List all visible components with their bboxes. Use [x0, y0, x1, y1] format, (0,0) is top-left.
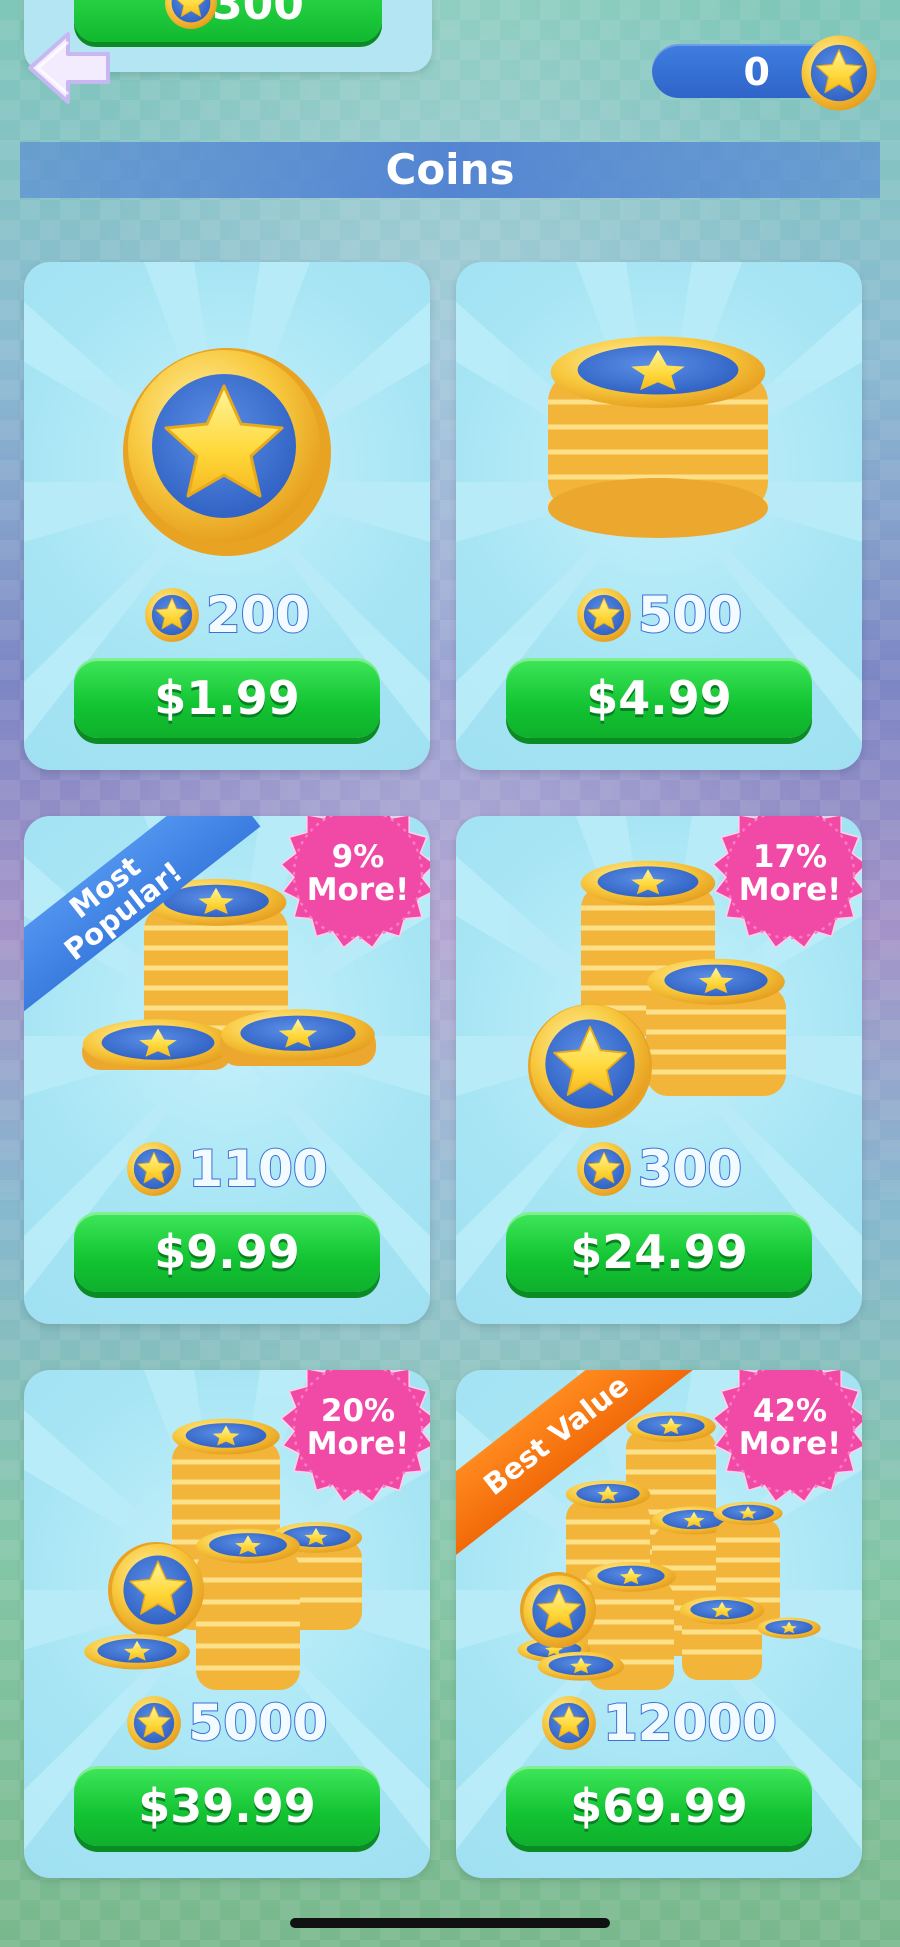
coin-pack-card[interactable]: 200 $1.99 — [24, 262, 430, 770]
coin-amount-value: 12000 — [602, 1693, 778, 1753]
star-coin-icon — [800, 34, 878, 112]
star-coin-icon — [576, 1141, 632, 1197]
coin-amount-value: 200 — [205, 585, 311, 645]
bonus-badge-text: 9% More! — [306, 839, 410, 908]
coin-pack-card[interactable]: Most Popular! 9% More! 1100 $9.99 — [24, 816, 430, 1324]
page-title: Coins — [385, 145, 515, 194]
coin-amount: 500 — [456, 585, 862, 646]
coin-amount-value: 300 — [637, 1139, 743, 1199]
buy-button[interactable]: $1.99 — [74, 658, 380, 738]
back-arrow-icon[interactable] — [24, 28, 114, 108]
coin-amount-value: 1100 — [187, 1139, 328, 1199]
buy-button[interactable]: $69.99 — [506, 1766, 812, 1846]
coin-amount: 200 — [24, 585, 430, 646]
buy-button[interactable]: $4.99 — [506, 658, 812, 738]
buy-button[interactable]: $24.99 — [506, 1212, 812, 1292]
bonus-badge-text: 20% More! — [306, 1393, 410, 1462]
coin-pack-card[interactable]: Best Value 42% More! 12000 $69.99 — [456, 1370, 862, 1878]
star-coin-icon — [541, 1695, 597, 1751]
buy-button[interactable]: $39.99 — [74, 1766, 380, 1846]
coin-amount: 300 — [456, 1139, 862, 1200]
coin-amount-value: 5000 — [187, 1693, 328, 1753]
star-coin-icon — [164, 0, 218, 30]
coin-amount: 5000 — [24, 1693, 430, 1754]
coin-amount: 1100 — [24, 1139, 430, 1200]
partial-pack-button[interactable]: 300 — [74, 0, 382, 42]
coin-pack-card[interactable]: 17% More! 300 $24.99 — [456, 816, 862, 1324]
coin-pack-card[interactable]: 20% More! 5000 $39.99 — [24, 1370, 430, 1878]
coin-amount-value: 500 — [637, 585, 743, 645]
bonus-badge-text: 17% More! — [738, 839, 842, 908]
balance-value: 0 — [743, 50, 770, 94]
coin-pack-card[interactable]: 500 $4.99 — [456, 262, 862, 770]
star-coin-icon — [126, 1695, 182, 1751]
bonus-badge-text: 42% More! — [738, 1393, 842, 1462]
section-title-bar: Coins — [20, 142, 880, 198]
star-coin-icon — [126, 1141, 182, 1197]
coin-amount: 12000 — [456, 1693, 862, 1754]
star-coin-icon — [576, 587, 632, 643]
partial-pack-amount: 300 — [212, 0, 304, 30]
home-indicator[interactable] — [290, 1918, 610, 1928]
star-coin-icon — [144, 587, 200, 643]
buy-button[interactable]: $9.99 — [74, 1212, 380, 1292]
